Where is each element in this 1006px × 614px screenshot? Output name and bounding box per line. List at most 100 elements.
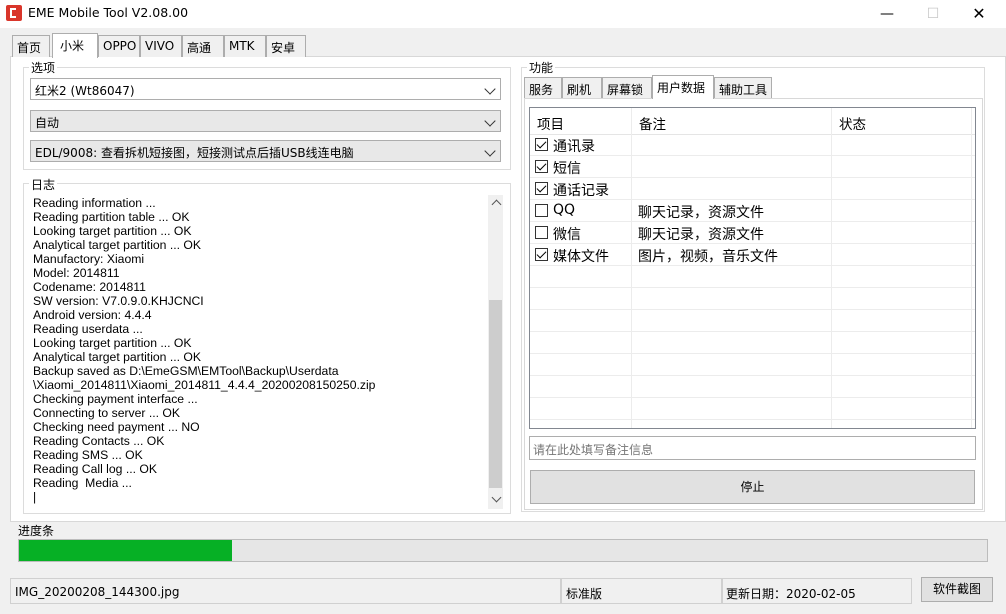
row-checkbox[interactable] <box>535 182 548 195</box>
scroll-down-icon[interactable] <box>491 492 502 503</box>
tab-mtk[interactable]: MTK <box>224 35 266 57</box>
tab-home[interactable]: 首页 <box>12 35 50 57</box>
close-button[interactable]: ✕ <box>956 0 1002 28</box>
cell-item: 媒体文件 <box>553 249 609 265</box>
device-select[interactable]: 红米2 (Wt86047) <box>30 78 501 100</box>
chevron-down-icon <box>484 115 496 127</box>
status-filename: IMG_20200208_144300.jpg <box>10 578 561 604</box>
progress-bar <box>18 539 988 562</box>
tab-user-data[interactable]: 用户数据 <box>652 75 714 99</box>
tab-oppo[interactable]: OPPO <box>98 35 140 57</box>
maximize-button[interactable]: ☐ <box>910 0 956 28</box>
stop-button[interactable]: 停止 <box>530 470 975 504</box>
column-header-note[interactable]: 备注 <box>632 108 832 134</box>
cell-item: 微信 <box>553 227 581 243</box>
tab-vivo[interactable]: VIVO <box>140 35 182 57</box>
log-output[interactable]: Reading information ... Reading partition… <box>33 196 485 508</box>
log-line: Reading Contacts ... OK <box>33 434 165 448</box>
tab-tools[interactable]: 辅助工具 <box>714 77 772 98</box>
table-row[interactable]: 通讯录 <box>530 134 975 156</box>
log-line: Analytical target partition ... OK <box>33 238 201 252</box>
chevron-down-icon <box>484 83 496 95</box>
log-line: Reading SMS ... OK <box>33 448 143 462</box>
log-group-label: 日志 <box>29 176 58 193</box>
log-line: Checking payment interface ... <box>33 392 198 406</box>
cell-item: 通讯录 <box>553 139 595 155</box>
log-line: Codename: 2014811 <box>33 280 146 294</box>
column-header-item[interactable]: 项目 <box>530 108 632 134</box>
row-checkbox[interactable] <box>535 160 548 173</box>
log-line: Reading Media ... <box>33 476 132 490</box>
column-header-status[interactable]: 状态 <box>832 108 972 134</box>
device-select-value: 红米2 (Wt86047) <box>35 84 135 98</box>
row-checkbox[interactable] <box>535 226 548 239</box>
log-scroll-thumb[interactable] <box>489 300 502 488</box>
note-input[interactable] <box>529 436 976 460</box>
window-title: EME Mobile Tool V2.08.00 <box>28 5 189 20</box>
table-row <box>530 332 975 354</box>
log-line: | <box>33 490 37 504</box>
cell-item: QQ <box>553 202 576 218</box>
log-scrollbar[interactable] <box>488 195 503 509</box>
cell-note: 聊天记录，资源文件 <box>638 205 764 221</box>
table-row <box>530 310 975 332</box>
progress-bar-fill <box>19 540 232 561</box>
scroll-up-icon[interactable] <box>491 199 502 210</box>
cell-item: 通话记录 <box>553 183 609 199</box>
mode-select-value: 自动 <box>35 116 60 130</box>
log-line: SW version: V7.0.9.0.KHJCNCI <box>33 294 204 308</box>
tab-flash[interactable]: 刷机 <box>562 77 602 98</box>
status-bar: IMG_20200208_144300.jpg 标准版 更新日期：2020-02… <box>0 576 1006 614</box>
connection-select[interactable]: EDL/9008: 查看拆机短接图，短接测试点后插USB线连电脑 <box>30 140 501 162</box>
cell-note: 聊天记录，资源文件 <box>638 227 764 243</box>
function-group-label: 功能 <box>527 59 556 76</box>
log-line: Checking need payment ... NO <box>33 420 200 434</box>
table-row <box>530 376 975 398</box>
user-data-list[interactable]: 项目 备注 状态 通讯录 短信 通话记录 QQ 聊天记录，资源文件 微信 聊天记录，资源文件… <box>529 107 976 429</box>
table-row[interactable]: 微信 聊天记录，资源文件 <box>530 222 975 244</box>
log-line: Analytical target partition ... OK <box>33 350 201 364</box>
app-logo-icon <box>6 5 22 21</box>
row-checkbox[interactable] <box>535 248 548 261</box>
log-line: Looking target partition ... OK <box>33 336 192 350</box>
table-row <box>530 288 975 310</box>
options-group-label: 选项 <box>29 59 58 76</box>
log-line: \Xiaomi_2014811\Xiaomi_2014811_4.4.4_202… <box>33 378 376 392</box>
column-divider <box>971 108 972 428</box>
row-checkbox[interactable] <box>535 204 548 217</box>
log-line: Reading information ... <box>33 196 156 210</box>
table-row[interactable]: 通话记录 <box>530 178 975 200</box>
log-line: Manufactory: Xiaomi <box>33 252 145 266</box>
log-line: Backup saved as D:\EmeGSM\EMTool\Backup\… <box>33 364 339 378</box>
log-line: Looking target partition ... OK <box>33 224 192 238</box>
cell-note: 图片，视频，音乐文件 <box>638 249 778 265</box>
minimize-button[interactable]: — <box>864 0 910 28</box>
tab-xiaomi[interactable]: 小米 <box>52 33 98 58</box>
log-line: Reading Call log ... OK <box>33 462 157 476</box>
column-divider <box>831 108 832 428</box>
list-header: 项目 备注 状态 <box>530 108 975 135</box>
table-row <box>530 266 975 288</box>
log-line: Reading partition table ... OK <box>33 210 190 224</box>
table-row <box>530 354 975 376</box>
progress-label: 进度条 <box>18 524 55 538</box>
cell-item: 短信 <box>553 161 581 177</box>
function-tabbar: 服务 刷机 屏幕锁 用户数据 辅助工具 <box>524 75 984 99</box>
screenshot-button[interactable]: 软件截图 <box>921 577 993 602</box>
chevron-down-icon <box>484 145 496 157</box>
log-line: Connecting to server ... OK <box>33 406 180 420</box>
title-bar: EME Mobile Tool V2.08.00 — ☐ ✕ <box>0 0 1006 28</box>
tab-service[interactable]: 服务 <box>524 77 562 98</box>
table-row[interactable]: 媒体文件 图片，视频，音乐文件 <box>530 244 975 266</box>
log-line: Android version: 4.4.4 <box>33 308 152 322</box>
status-update-date: 更新日期：2020-02-05 <box>722 578 912 604</box>
tab-qualcomm[interactable]: 高通 <box>182 35 224 57</box>
tab-android[interactable]: 安卓 <box>266 35 306 57</box>
table-row[interactable]: 短信 <box>530 156 975 178</box>
mode-select[interactable]: 自动 <box>30 110 501 132</box>
tab-screen-lock[interactable]: 屏幕锁 <box>602 77 652 98</box>
log-line: Model: 2014811 <box>33 266 120 280</box>
row-checkbox[interactable] <box>535 138 548 151</box>
log-line: Reading userdata ... <box>33 322 143 336</box>
table-row[interactable]: QQ 聊天记录，资源文件 <box>530 200 975 222</box>
